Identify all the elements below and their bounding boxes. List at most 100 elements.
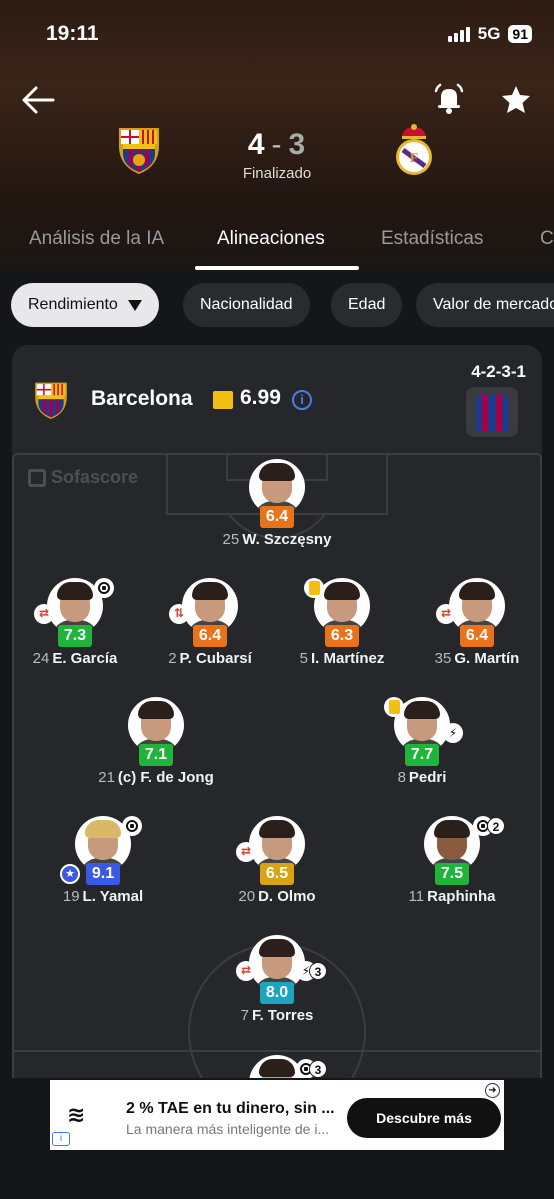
player-olmo[interactable]: ⇄ 6.5 20 D. Olmo xyxy=(212,816,342,926)
assist-boot-icon: ⚡ xyxy=(443,723,463,743)
player-number: 8 xyxy=(397,769,406,786)
filter-performance-label: Rendimiento xyxy=(28,296,118,313)
tab-bar: Análisis de la IA Alineaciones Estadísti… xyxy=(0,212,554,272)
player-f-torres[interactable]: ⇄ ⚡ 3 8.0 7 F. Torres xyxy=(212,935,342,1045)
status-time: 19:11 xyxy=(46,22,99,45)
halfway-line xyxy=(12,1050,542,1052)
network-label: 5G xyxy=(477,24,501,43)
player-name: Raphinha xyxy=(427,888,496,905)
player-rating: 6.3 xyxy=(325,625,359,647)
tab-ai-analysis[interactable]: Análisis de la IA xyxy=(29,228,164,250)
score-separator: - xyxy=(271,128,283,161)
tab-statistics[interactable]: Estadísticas xyxy=(381,228,483,250)
real-madrid-crest-icon: F xyxy=(396,124,432,175)
goal-ball-icon xyxy=(94,578,114,598)
substitution-icon: ⇄ xyxy=(236,961,256,981)
ad-banner[interactable]: ≋ 2 % TAE en tu dinero, sin ... La maner… xyxy=(50,1080,504,1150)
player-rating: 6.4 xyxy=(193,625,227,647)
player-rating: 7.3 xyxy=(58,625,92,647)
player-rating: 9.1 xyxy=(86,863,120,885)
filter-age[interactable]: Edad xyxy=(331,283,403,327)
player-name-row: 20 D. Olmo xyxy=(192,888,362,905)
filter-market-value[interactable]: Valor de mercado xyxy=(416,283,554,327)
man-of-the-match-icon: ★ xyxy=(60,864,80,884)
player-raphinha[interactable]: 2 7.5 11 Raphinha xyxy=(387,816,517,926)
event-count: 3 xyxy=(309,1060,327,1078)
player-name: G. Martín xyxy=(454,650,520,667)
player-rating: 7.5 xyxy=(435,863,469,885)
ad-cta-button[interactable]: Descubre más xyxy=(347,1098,501,1138)
ad-choices-icon[interactable]: ➜ xyxy=(485,1083,500,1098)
player-name: I. Martínez xyxy=(310,650,385,667)
sofascore-logo-icon xyxy=(28,468,46,487)
player-name-row: 21 (c) F. de Jong xyxy=(71,769,241,786)
goal-ball-icon xyxy=(122,816,142,836)
filter-chips: Rendimiento Nacionalidad Edad Valor de m… xyxy=(0,272,554,340)
player-rating: 6.4 xyxy=(260,506,294,528)
ad-info-icon[interactable]: i xyxy=(52,1132,70,1146)
player-szczesny[interactable]: 6.4 25 W. Szczęsny xyxy=(212,459,342,569)
filter-nationality[interactable]: Nacionalidad xyxy=(183,283,310,327)
player-number: 11 xyxy=(408,888,425,905)
tab-more[interactable]: C xyxy=(540,228,554,250)
yellow-card-icon xyxy=(384,697,404,717)
goal-count: 2 xyxy=(487,817,505,835)
player-name-row: 7 F. Torres xyxy=(192,1007,362,1024)
assist-count: 3 xyxy=(309,962,327,980)
status-icons: 5G 91 xyxy=(447,24,532,44)
player-rating: 6.5 xyxy=(260,863,294,885)
svg-text:F: F xyxy=(410,151,419,166)
player-name-row: 11 Raphinha xyxy=(367,888,537,905)
substitution-icon: ⇄ xyxy=(436,604,456,624)
sofascore-watermark: Sofascore xyxy=(28,467,138,488)
player-number: 25 xyxy=(222,531,240,548)
player-number: 2 xyxy=(168,650,177,667)
tab-lineups[interactable]: Alineaciones xyxy=(217,228,325,250)
team-rating: 6.99 xyxy=(240,386,281,409)
player-number: 19 xyxy=(62,888,80,905)
player-cubarsi[interactable]: ⇅ 6.4 2 P. Cubarsí xyxy=(145,578,275,688)
ad-title: 2 % TAE en tu dinero, sin ... xyxy=(126,1100,335,1117)
team-crest-icon xyxy=(35,382,67,419)
player-name-row: 25 W. Szczęsny xyxy=(192,531,362,548)
watermark-text: Sofascore xyxy=(51,467,139,487)
battery-icon: 91 xyxy=(508,25,532,43)
player-i-martinez[interactable]: 6.3 5 I. Martínez xyxy=(277,578,407,688)
team-kit-icon[interactable] xyxy=(466,387,518,437)
substitution-icon: ⇅ xyxy=(169,604,189,624)
filter-performance[interactable]: Rendimiento xyxy=(11,283,159,327)
player-pedri[interactable]: ⚡ 7.7 8 Pedri xyxy=(357,697,487,807)
signal-icon xyxy=(447,26,470,42)
player-name: L. Yamal xyxy=(82,888,144,905)
pitch: Sofascore 6.4 25 W. Szczęsny ⇄ 7.3 24 E. G… xyxy=(12,453,542,1105)
player-yamal[interactable]: ★ 9.1 19 L. Yamal xyxy=(38,816,168,926)
player-name: E. García xyxy=(52,650,118,667)
player-de-jong[interactable]: 7.1 21 (c) F. de Jong xyxy=(91,697,221,807)
player-rating: 6.4 xyxy=(460,625,494,647)
formation-label: 4-2-3-1 xyxy=(471,362,526,381)
substitution-icon: ⇄ xyxy=(236,842,256,862)
player-rating: 8.0 xyxy=(260,982,294,1004)
player-e-garcia[interactable]: ⇄ 7.3 24 E. García xyxy=(12,578,140,688)
match-header: 19:11 5G 91 4 - 3 Finalizado F Análisis … xyxy=(0,0,554,272)
player-g-martin[interactable]: ⇄ 6.4 35 G. Martín xyxy=(412,578,542,688)
player-number: 21 xyxy=(98,769,115,786)
ad-brand-logo-icon: ≋ xyxy=(67,1102,86,1127)
dropdown-caret-icon xyxy=(127,299,142,311)
player-number: 35 xyxy=(434,650,452,667)
back-arrow-icon[interactable] xyxy=(20,84,56,116)
player-name-row: 35 G. Martín xyxy=(392,650,542,667)
home-score: 4 xyxy=(247,128,266,161)
team-rating-swatch xyxy=(213,391,233,409)
player-number: 24 xyxy=(32,650,50,667)
player-number: 5 xyxy=(299,650,308,667)
substitution-icon: ⇄ xyxy=(34,604,54,624)
player-number: 7 xyxy=(240,1007,249,1024)
team-name: Barcelona xyxy=(91,387,193,410)
player-name-row: 19 L. Yamal xyxy=(18,888,188,905)
bell-notification-icon[interactable] xyxy=(432,82,466,116)
player-name: (c) F. de Jong xyxy=(117,769,214,786)
player-name: D. Olmo xyxy=(258,888,316,905)
favorite-star-icon[interactable] xyxy=(500,84,532,116)
info-icon[interactable]: i xyxy=(292,390,312,410)
